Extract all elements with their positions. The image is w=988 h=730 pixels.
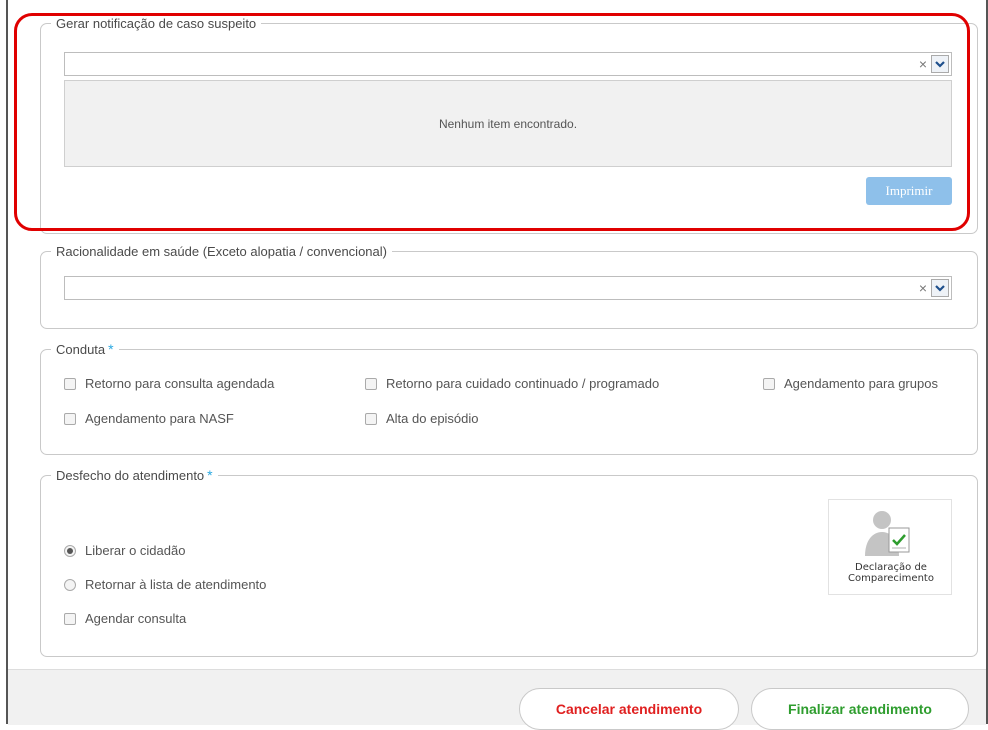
conduta-option-retorno-continuado[interactable]: Retorno para cuidado continuado / progra… xyxy=(365,376,659,391)
radio-selected[interactable] xyxy=(64,544,76,557)
user-document-icon xyxy=(865,511,910,556)
radio[interactable] xyxy=(64,578,76,591)
declaracao-comparecimento-button[interactable]: Declaração de Comparecimento xyxy=(828,499,952,595)
checkbox[interactable] xyxy=(365,377,377,390)
racionalidade-select[interactable]: × xyxy=(64,276,952,300)
desfecho-legend: Desfecho do atendimento * xyxy=(56,467,213,483)
checkbox[interactable] xyxy=(64,412,76,425)
clear-icon[interactable]: × xyxy=(919,280,927,296)
highlight-annotation xyxy=(14,13,970,231)
conduta-option-retorno-agendada[interactable]: Retorno para consulta agendada xyxy=(64,376,274,391)
chevron-down-icon[interactable] xyxy=(931,279,949,297)
conduta-legend: Conduta * xyxy=(56,341,114,357)
conduta-option-grupos[interactable]: Agendamento para grupos xyxy=(763,376,938,391)
checkbox[interactable] xyxy=(64,377,76,390)
conduta-option-nasf[interactable]: Agendamento para NASF xyxy=(64,411,234,426)
checkbox[interactable] xyxy=(365,412,377,425)
window-left-border xyxy=(6,0,8,724)
conduta-section: Conduta * xyxy=(40,341,978,455)
checkbox[interactable] xyxy=(763,377,775,390)
declaracao-label: Declaração de Comparecimento xyxy=(848,562,934,584)
racionalidade-legend: Racionalidade em saúde (Exceto alopatia … xyxy=(56,244,387,259)
radio-liberar-cidadao[interactable]: Liberar o cidadão xyxy=(64,543,185,558)
required-asterisk: * xyxy=(207,467,213,483)
conduta-option-alta[interactable]: Alta do episódio xyxy=(365,411,479,426)
radio-retornar-lista[interactable]: Retornar à lista de atendimento xyxy=(64,577,266,592)
required-asterisk: * xyxy=(108,341,114,357)
checkbox[interactable] xyxy=(64,612,76,625)
checkbox-agendar-consulta[interactable]: Agendar consulta xyxy=(64,611,186,626)
